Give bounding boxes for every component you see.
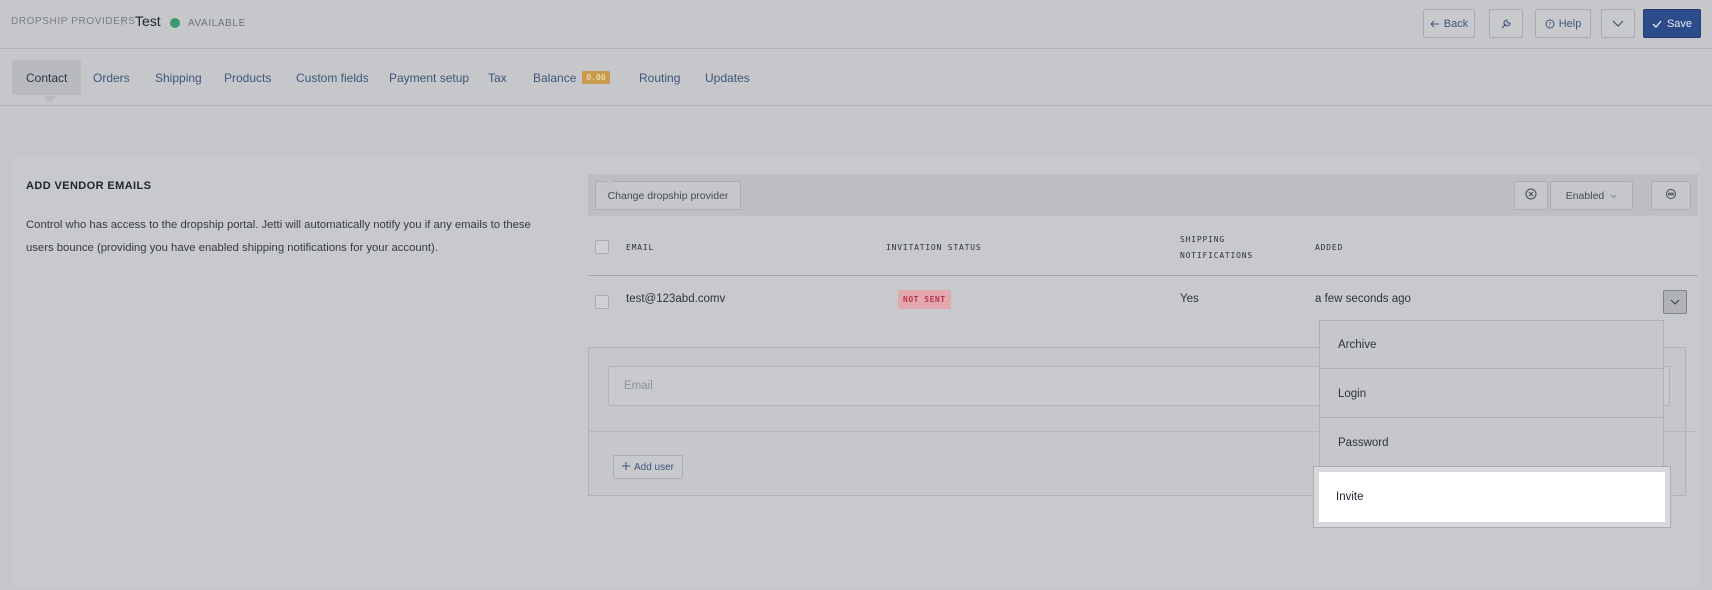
chevron-down-icon	[1612, 20, 1624, 28]
column-added[interactable]: ADDED	[1315, 240, 1343, 256]
column-shipping-notifications[interactable]: SHIPPING NOTIFICATIONS	[1180, 232, 1253, 264]
add-user-label: Add user	[633, 461, 675, 473]
tool-button[interactable]	[1489, 9, 1523, 38]
menu-item-invite-focus: Invite	[1313, 466, 1671, 528]
arrow-left-icon	[1429, 19, 1440, 29]
balance-badge: 0.00	[582, 71, 610, 84]
breadcrumb-separator: /	[121, 14, 125, 29]
help-button[interactable]: ? Help	[1535, 9, 1591, 38]
chevron-down-icon	[1610, 190, 1617, 202]
column-shipping-notifications-line2: NOTIFICATIONS	[1180, 251, 1254, 260]
status-dot	[170, 18, 180, 28]
form-pointer	[599, 180, 619, 190]
help-circle-icon: ?	[1545, 19, 1555, 29]
close-circle-icon	[1525, 188, 1537, 203]
wrench-icon	[1500, 18, 1512, 30]
table-header: EMAIL INVITATION STATUS SHIPPING NOTIFIC…	[588, 220, 1698, 276]
row-shipping-notifications: Yes	[1180, 293, 1199, 305]
tab-products[interactable]: Products	[224, 60, 271, 95]
check-icon	[1652, 19, 1662, 29]
section-title: ADD VENDOR EMAILS	[26, 180, 152, 192]
table-settings-button[interactable]	[1651, 181, 1691, 210]
more-actions-button[interactable]	[1601, 9, 1635, 38]
select-all-checkbox[interactable]	[595, 240, 609, 254]
settings-icon	[1665, 188, 1677, 203]
menu-item-archive[interactable]: Archive	[1320, 321, 1663, 369]
status-badge: AVAILABLE	[188, 18, 246, 29]
row-added: a few seconds ago	[1315, 293, 1411, 305]
section-description: Control who has access to the dropship p…	[26, 219, 531, 254]
chevron-down-icon	[1670, 293, 1680, 311]
tab-balance-label: Balance	[533, 70, 577, 85]
row-actions-button[interactable]	[1663, 290, 1687, 314]
breadcrumb[interactable]: DROPSHIP PROVIDERS	[11, 16, 136, 27]
column-shipping-notifications-line1: SHIPPING	[1180, 235, 1225, 244]
tab-routing[interactable]: Routing	[639, 60, 680, 95]
menu-item-invite[interactable]: Invite	[1319, 472, 1665, 522]
tab-contact[interactable]: Contact	[12, 60, 82, 95]
table-toolbar: Change dropship provider Enabled	[588, 174, 1698, 216]
tab-orders[interactable]: Orders	[93, 60, 130, 95]
menu-item-login[interactable]: Login	[1320, 370, 1663, 418]
tab-payment-setup[interactable]: Payment setup	[389, 60, 469, 95]
tab-balance[interactable]: Balance 0.00	[533, 60, 610, 95]
back-label: Back	[1443, 17, 1469, 30]
back-button[interactable]: Back	[1423, 9, 1475, 38]
menu-item-password[interactable]: Password	[1320, 419, 1663, 467]
status-filter-value: Enabled	[1565, 189, 1605, 202]
tab-shipping[interactable]: Shipping	[155, 60, 202, 95]
tab-custom-fields[interactable]: Custom fields	[296, 60, 369, 95]
status-filter-select[interactable]: Enabled	[1550, 181, 1633, 210]
table-row: test@123abd.comv NOT SENT Yes a few seco…	[588, 278, 1698, 326]
add-user-button[interactable]: Add user	[613, 455, 683, 479]
save-label: Save	[1666, 17, 1693, 30]
save-button[interactable]: Save	[1643, 9, 1701, 38]
page-title: Test	[135, 13, 161, 29]
active-tab-pointer	[43, 96, 57, 103]
help-label: Help	[1558, 17, 1582, 30]
tab-updates[interactable]: Updates	[705, 60, 750, 95]
tab-tax[interactable]: Tax	[488, 60, 507, 95]
row-email: test@123abd.comv	[626, 293, 726, 305]
column-invitation-status[interactable]: INVITATION STATUS	[886, 240, 981, 256]
clear-filter-button[interactable]	[1514, 181, 1548, 210]
tab-bar: Contact Orders Shipping Products Custom …	[0, 49, 1712, 106]
invitation-status-badge: NOT SENT	[898, 290, 951, 309]
top-header: DROPSHIP PROVIDERS / Test AVAILABLE Back…	[0, 0, 1712, 49]
svg-text:?: ?	[1548, 21, 1551, 28]
row-checkbox[interactable]	[595, 295, 609, 309]
column-email[interactable]: EMAIL	[626, 240, 654, 256]
plus-icon	[621, 461, 630, 473]
